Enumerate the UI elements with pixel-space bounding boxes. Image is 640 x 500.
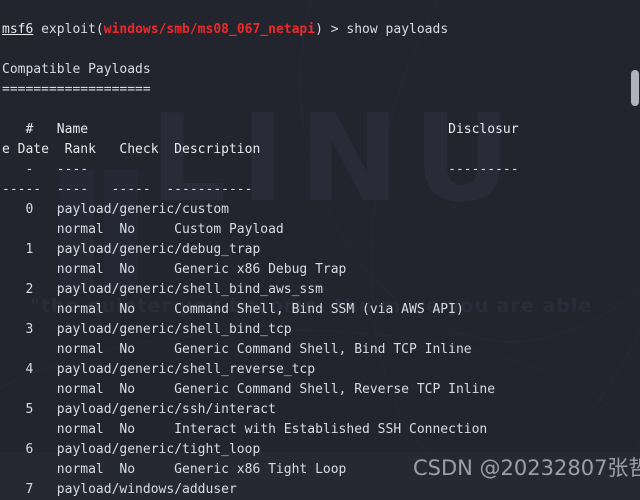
vertical-scrollbar[interactable] [630,0,640,500]
table-row-detail: normal No Generic x86 Debug Trap [0,260,640,280]
payload-index: 5 [2,402,34,417]
table-row: 7 payload/windows/adduser [0,480,640,500]
payload-detail: normal No Generic Command Shell, Reverse… [2,382,496,397]
prompt-module-path: windows/smb/ms08_067_netapi [103,22,316,37]
table-header-line-1: # Name Disclosur [2,122,519,137]
payload-index: 4 [2,362,34,377]
table-row-detail: normal No Custom Payload [0,220,640,240]
table-row: 3 payload/generic/shell_bind_tcp [0,320,640,340]
payload-index: 6 [2,442,34,457]
terminal-output[interactable]: msf6 exploit(windows/smb/ms08_067_netapi… [0,0,640,500]
table-row: 2 payload/generic/shell_bind_aws_ssm [0,280,640,300]
payload-index: 1 [2,242,34,257]
spacer-top [0,0,640,20]
payload-name: payload/generic/shell_bind_aws_ssm [33,282,323,297]
payload-index: 7 [2,482,34,497]
payload-detail: normal No Generic Command Shell, Bind TC… [2,342,472,357]
spacer-after-prompt [0,40,640,60]
table-row-detail: normal No Interact with Established SSH … [0,420,640,440]
table-row-detail: normal No Command Shell, Bind SSM (via A… [0,300,640,320]
table-row: 5 payload/generic/ssh/interact [0,400,640,420]
table-row: 4 payload/generic/shell_reverse_tcp [0,360,640,380]
payload-name: payload/generic/shell_reverse_tcp [33,362,316,377]
prompt-separator: ) > [315,22,347,37]
shell-prompt-line: msf6 exploit(windows/smb/ms08_067_netapi… [0,20,640,40]
table-row: 6 payload/generic/tight_loop [0,440,640,460]
payload-detail: normal No Generic x86 Tight Loop [2,462,347,477]
payload-index: 2 [2,282,34,297]
payload-name: payload/generic/shell_bind_tcp [33,322,292,337]
section-title: Compatible Payloads [2,62,151,77]
payload-detail: normal No Interact with Established SSH … [2,422,488,437]
table-row: 1 payload/generic/debug_trap [0,240,640,260]
table-row-detail: normal No Generic x86 Tight Loop [0,460,640,480]
payload-detail: normal No Generic x86 Debug Trap [2,262,347,277]
payload-name: payload/generic/tight_loop [33,442,261,457]
terminal-window: LINU "the quieter you become, the more y… [0,0,640,500]
section-title-rule: =================== [2,82,151,97]
scrollbar-thumb[interactable] [631,70,639,106]
prompt-user: msf6 [2,22,34,37]
table-row: 0 payload/generic/custom [0,200,640,220]
payload-name: payload/generic/custom [33,202,229,217]
payload-name: payload/windows/adduser [33,482,237,497]
spacer-after-title [0,100,640,120]
table-dash-line-2: ----- ---- ----- ----------- [2,182,253,197]
payload-detail: normal No Custom Payload [2,222,284,237]
table-header-line-2: e Date Rank Check Description [2,142,261,157]
table-dash-line-1: - ---- --------- [2,162,519,177]
prompt-exploit-keyword: exploit( [33,22,104,37]
payload-name: payload/generic/debug_trap [33,242,261,257]
payload-detail: normal No Command Shell, Bind SSM (via A… [2,302,464,317]
prompt-command: show payloads [346,22,449,37]
table-row-detail: normal No Generic Command Shell, Bind TC… [0,340,640,360]
payload-name: payload/generic/ssh/interact [33,402,276,417]
payload-index: 3 [2,322,34,337]
payload-index: 0 [2,202,34,217]
table-row-detail: normal No Generic Command Shell, Reverse… [0,380,640,400]
